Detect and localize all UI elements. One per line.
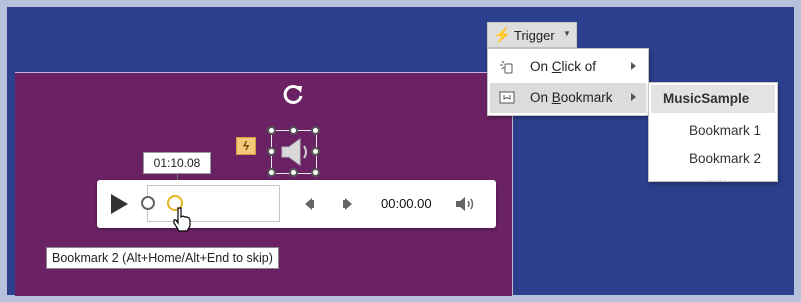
trigger-label: Trigger bbox=[514, 28, 555, 43]
skip-forward-icon[interactable] bbox=[341, 197, 355, 211]
hand-cursor-icon bbox=[173, 207, 191, 232]
play-button[interactable] bbox=[111, 194, 128, 214]
resize-handle[interactable] bbox=[311, 147, 320, 156]
menu-item-on-click-of[interactable]: On Click of bbox=[490, 52, 646, 82]
resize-handle[interactable] bbox=[311, 168, 320, 177]
trigger-button[interactable]: ⚡ Trigger ▼ bbox=[487, 22, 577, 48]
hover-time-tooltip: 01:10.08 bbox=[143, 152, 211, 174]
resize-handle[interactable] bbox=[289, 126, 298, 135]
submenu-arrow-icon bbox=[631, 93, 636, 101]
click-of-icon bbox=[500, 60, 513, 74]
rotate-handle-icon[interactable] bbox=[281, 82, 305, 106]
menu-item-label: On Click of bbox=[530, 59, 597, 74]
submenu-arrow-icon bbox=[631, 62, 636, 70]
bookmark-submenu: MusicSample Bookmark 1 Bookmark 2 ..... bbox=[648, 82, 778, 183]
menu-item-label: On Bookmark bbox=[530, 90, 613, 105]
chevron-down-icon: ▼ bbox=[563, 29, 571, 38]
submenu-header: MusicSample bbox=[651, 85, 775, 113]
resize-handle[interactable] bbox=[289, 168, 298, 177]
resize-grip[interactable]: ..... bbox=[709, 173, 727, 183]
speaker-icon[interactable] bbox=[276, 136, 312, 168]
submenu-item-bookmark-2[interactable]: Bookmark 2 bbox=[689, 151, 761, 166]
bookmark-icon bbox=[499, 91, 515, 104]
trigger-lightning-icon: ϟ bbox=[236, 137, 256, 155]
resize-handle[interactable] bbox=[311, 126, 320, 135]
menu-item-on-bookmark[interactable]: On Bookmark bbox=[490, 83, 646, 113]
trigger-menu: On Click of On Bookmark bbox=[487, 48, 649, 116]
volume-icon[interactable] bbox=[454, 194, 478, 214]
resize-handle[interactable] bbox=[267, 126, 276, 135]
bookmark-tooltip: Bookmark 2 (Alt+Home/Alt+End to skip) bbox=[46, 247, 279, 269]
submenu-item-bookmark-1[interactable]: Bookmark 1 bbox=[689, 123, 761, 138]
resize-handle[interactable] bbox=[267, 147, 276, 156]
skip-back-icon[interactable] bbox=[302, 197, 316, 211]
elapsed-time: 00:00.00 bbox=[381, 196, 432, 211]
bookmark-1-marker[interactable] bbox=[141, 196, 155, 210]
lightning-icon: ⚡ bbox=[493, 27, 512, 44]
audio-player-bar: 00:00.00 bbox=[97, 180, 496, 232]
resize-handle[interactable] bbox=[267, 168, 276, 177]
